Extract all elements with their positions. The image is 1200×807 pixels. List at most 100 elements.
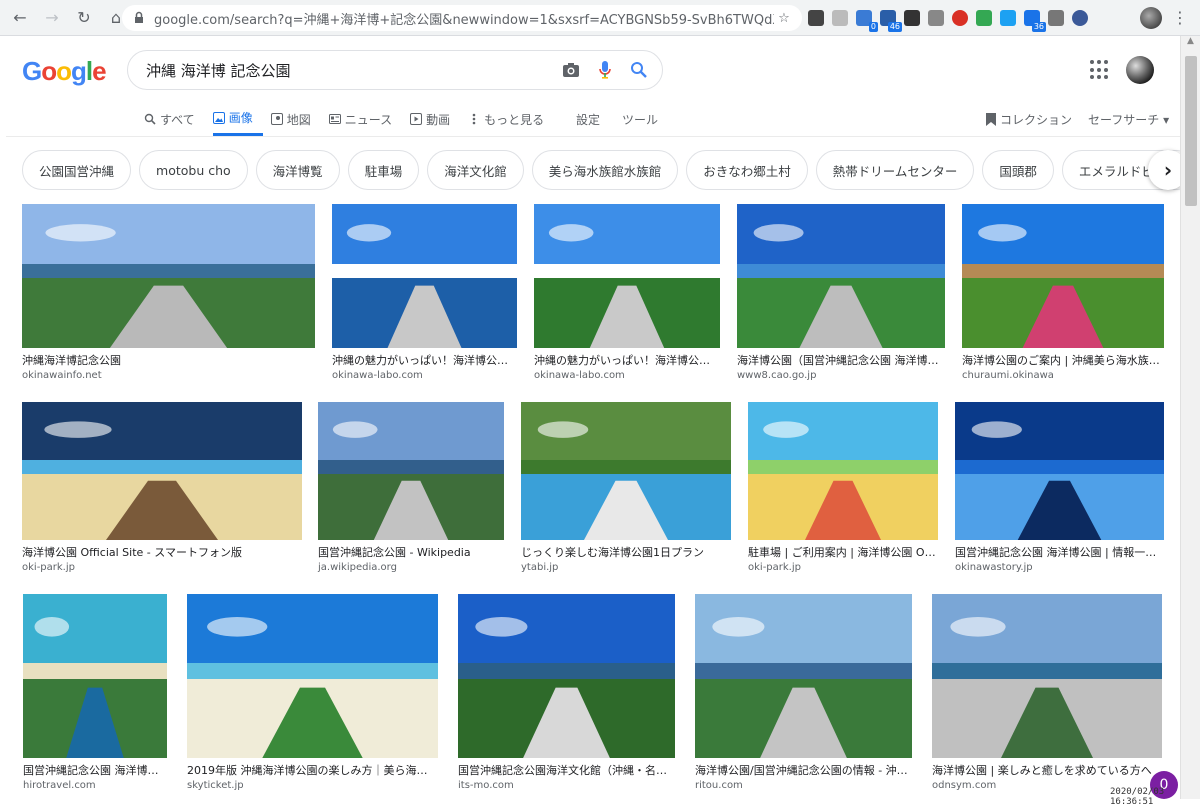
related-search-chip[interactable]: おきなわ郷土村: [686, 150, 808, 190]
image-result-source[interactable]: hirotravel.com: [23, 779, 167, 792]
image-thumbnail[interactable]: [955, 402, 1164, 540]
image-result-title[interactable]: 海洋博公園 | 楽しみと癒しを求めている方へ: [932, 764, 1162, 778]
search-box[interactable]: 沖縄 海洋博 記念公園: [127, 50, 663, 90]
tools-link[interactable]: ツール: [622, 111, 658, 128]
scrollbar-thumb[interactable]: [1185, 56, 1197, 206]
related-search-chip[interactable]: 公園国営沖縄: [22, 150, 132, 190]
related-search-chip[interactable]: 美ら海水族館水族館: [531, 150, 679, 190]
image-result-title[interactable]: 国営沖縄記念公園海洋文化館（沖縄・名護/…: [458, 764, 675, 778]
image-thumbnail[interactable]: [458, 594, 675, 758]
image-thumbnail[interactable]: [332, 204, 517, 348]
image-thumbnail[interactable]: [695, 594, 912, 758]
safesearch-toggle[interactable]: セーフサーチ ▾: [1088, 111, 1169, 128]
image-result-source[interactable]: its-mo.com: [458, 779, 675, 792]
extension-icon[interactable]: 46: [880, 10, 902, 32]
image-result-source[interactable]: oki-park.jp: [22, 561, 302, 574]
image-result-title[interactable]: 国営沖縄記念公園 海洋博公園 | 情報一覧…: [955, 546, 1164, 560]
image-result[interactable]: 海洋博公園のご案内 | 沖縄美ら海水族館 -… churaumi.okinawa: [962, 204, 1164, 382]
scroll-up-icon[interactable]: ▲: [1181, 36, 1200, 52]
extension-icon[interactable]: 36: [1024, 10, 1046, 32]
image-result[interactable]: 沖縄の魅力がいっぱい！海洋博公園… okinawa-labo.com: [534, 204, 720, 382]
image-thumbnail[interactable]: [22, 402, 302, 540]
related-search-chip[interactable]: motobu cho: [139, 150, 248, 190]
extension-icon[interactable]: [1072, 10, 1088, 26]
image-thumbnail[interactable]: [932, 594, 1162, 758]
image-result-title[interactable]: 海洋博公園/国営沖縄記念公園の情報 - 沖縄離…: [695, 764, 912, 778]
related-search-chip[interactable]: 駐車場: [347, 150, 420, 190]
image-result-source[interactable]: skyticket.jp: [187, 779, 438, 792]
image-thumbnail[interactable]: [534, 204, 720, 348]
tab-image[interactable]: 画像: [212, 102, 263, 136]
image-thumbnail[interactable]: [23, 594, 167, 758]
extension-icon[interactable]: 0: [856, 10, 878, 32]
image-thumbnail[interactable]: [521, 402, 731, 540]
image-result-source[interactable]: ytabi.jp: [521, 561, 731, 574]
related-search-chip[interactable]: 国頭郡: [982, 150, 1054, 190]
back-icon[interactable]: ←: [8, 6, 32, 30]
search-input[interactable]: 沖縄 海洋博 記念公園: [146, 60, 554, 81]
image-result[interactable]: じっくり楽しむ海洋博公園1日プラン ytabi.jp: [521, 402, 731, 574]
image-result-title[interactable]: 沖縄の魅力がいっぱい！海洋博公園…: [534, 354, 720, 368]
account-avatar[interactable]: [1126, 56, 1154, 84]
image-result-title[interactable]: 沖縄海洋博記念公園: [22, 354, 315, 368]
tab-map[interactable]: 地図: [270, 102, 321, 136]
extension-icon[interactable]: [952, 10, 968, 26]
download-icon[interactable]: [904, 10, 920, 26]
extension-icon[interactable]: [1000, 10, 1016, 26]
image-thumbnail[interactable]: [737, 204, 945, 348]
extension-icon[interactable]: [928, 10, 944, 26]
tab-more-vert[interactable]: もっと見る: [468, 102, 554, 136]
image-result[interactable]: 海洋博公園 | 楽しみと癒しを求めている方へ odnsym.com: [932, 594, 1162, 792]
extension-icon[interactable]: [808, 10, 824, 26]
microphone-icon[interactable]: [588, 53, 622, 87]
tab-video[interactable]: 動画: [410, 102, 460, 136]
url-text[interactable]: google.com/search?q=沖縄+海洋博+記念公園&newwindo…: [154, 9, 774, 28]
image-result[interactable]: 沖縄海洋博記念公園 okinawainfo.net: [22, 204, 315, 382]
image-result-title[interactable]: 国営沖縄記念公園 海洋博公園: [23, 764, 167, 778]
image-result-title[interactable]: 海洋博公園のご案内 | 沖縄美ら海水族館 -…: [962, 354, 1164, 368]
settings-link[interactable]: 設定: [576, 111, 600, 128]
image-result[interactable]: 海洋博公園 Official Site - スマートフォン版 oki-park.j…: [22, 402, 302, 574]
image-thumbnail[interactable]: [318, 402, 504, 540]
image-result-title[interactable]: 国営沖縄記念公園 - Wikipedia: [318, 546, 504, 560]
image-result-source[interactable]: ritou.com: [695, 779, 912, 792]
tab-search[interactable]: すべて: [144, 102, 205, 136]
image-result-title[interactable]: 2019年版 沖縄海洋博公園の楽しみ方｜美ら海水族…: [187, 764, 438, 778]
image-result[interactable]: 国営沖縄記念公園海洋文化館（沖縄・名護/… its-mo.com: [458, 594, 675, 792]
chevron-right-icon[interactable]: ›: [1148, 150, 1180, 190]
image-result[interactable]: 国営沖縄記念公園 海洋博公園 hirotravel.com: [23, 594, 167, 792]
reload-icon[interactable]: ↻: [72, 6, 96, 30]
image-result-source[interactable]: okinawa-labo.com: [332, 369, 517, 382]
page-scrollbar[interactable]: ▲: [1180, 36, 1200, 799]
google-logo[interactable]: Google: [22, 56, 107, 87]
image-result-source[interactable]: www8.cao.go.jp: [737, 369, 945, 382]
forward-icon[interactable]: →: [40, 6, 64, 30]
tab-news[interactable]: ニュース: [328, 102, 402, 136]
image-result[interactable]: 海洋博公園/国営沖縄記念公園の情報 - 沖縄離… ritou.com: [695, 594, 912, 792]
image-result[interactable]: 2019年版 沖縄海洋博公園の楽しみ方｜美ら海水族… skyticket.jp: [187, 594, 438, 792]
image-thumbnail[interactable]: [22, 204, 315, 348]
image-result-source[interactable]: ja.wikipedia.org: [318, 561, 504, 574]
google-apps-icon[interactable]: [1090, 60, 1110, 80]
browser-profile-avatar[interactable]: [1140, 7, 1162, 29]
image-result[interactable]: 駐車場 | ご利用案内 | 海洋博公園 Offici… oki-park.jp: [748, 402, 938, 574]
image-result-source[interactable]: okinawainfo.net: [22, 369, 315, 382]
image-result-title[interactable]: じっくり楽しむ海洋博公園1日プラン: [521, 546, 731, 560]
extension-icon[interactable]: [832, 10, 848, 26]
image-result-title[interactable]: 海洋博公園（国営沖縄記念公園 海洋博覧…: [737, 354, 945, 368]
bookmark-star-icon[interactable]: ☆: [774, 11, 794, 26]
extension-icon[interactable]: [976, 10, 992, 26]
image-result[interactable]: 海洋博公園（国営沖縄記念公園 海洋博覧… www8.cao.go.jp: [737, 204, 945, 382]
image-result-title[interactable]: 駐車場 | ご利用案内 | 海洋博公園 Offici…: [748, 546, 938, 560]
image-result-title[interactable]: 沖縄の魅力がいっぱい！海洋博公園…: [332, 354, 517, 368]
address-bar[interactable]: google.com/search?q=沖縄+海洋博+記念公園&newwindo…: [122, 5, 802, 31]
extension-icon[interactable]: [1048, 10, 1064, 26]
collection-link[interactable]: コレクション: [986, 111, 1072, 128]
image-result[interactable]: 沖縄の魅力がいっぱい！海洋博公園… okinawa-labo.com: [332, 204, 517, 382]
image-result-source[interactable]: oki-park.jp: [748, 561, 938, 574]
related-search-chip[interactable]: 海洋博覧: [255, 150, 340, 190]
image-thumbnail[interactable]: [748, 402, 938, 540]
camera-icon[interactable]: [554, 53, 588, 87]
image-thumbnail[interactable]: [962, 204, 1164, 348]
browser-menu-icon[interactable]: ⋮: [1172, 8, 1188, 27]
